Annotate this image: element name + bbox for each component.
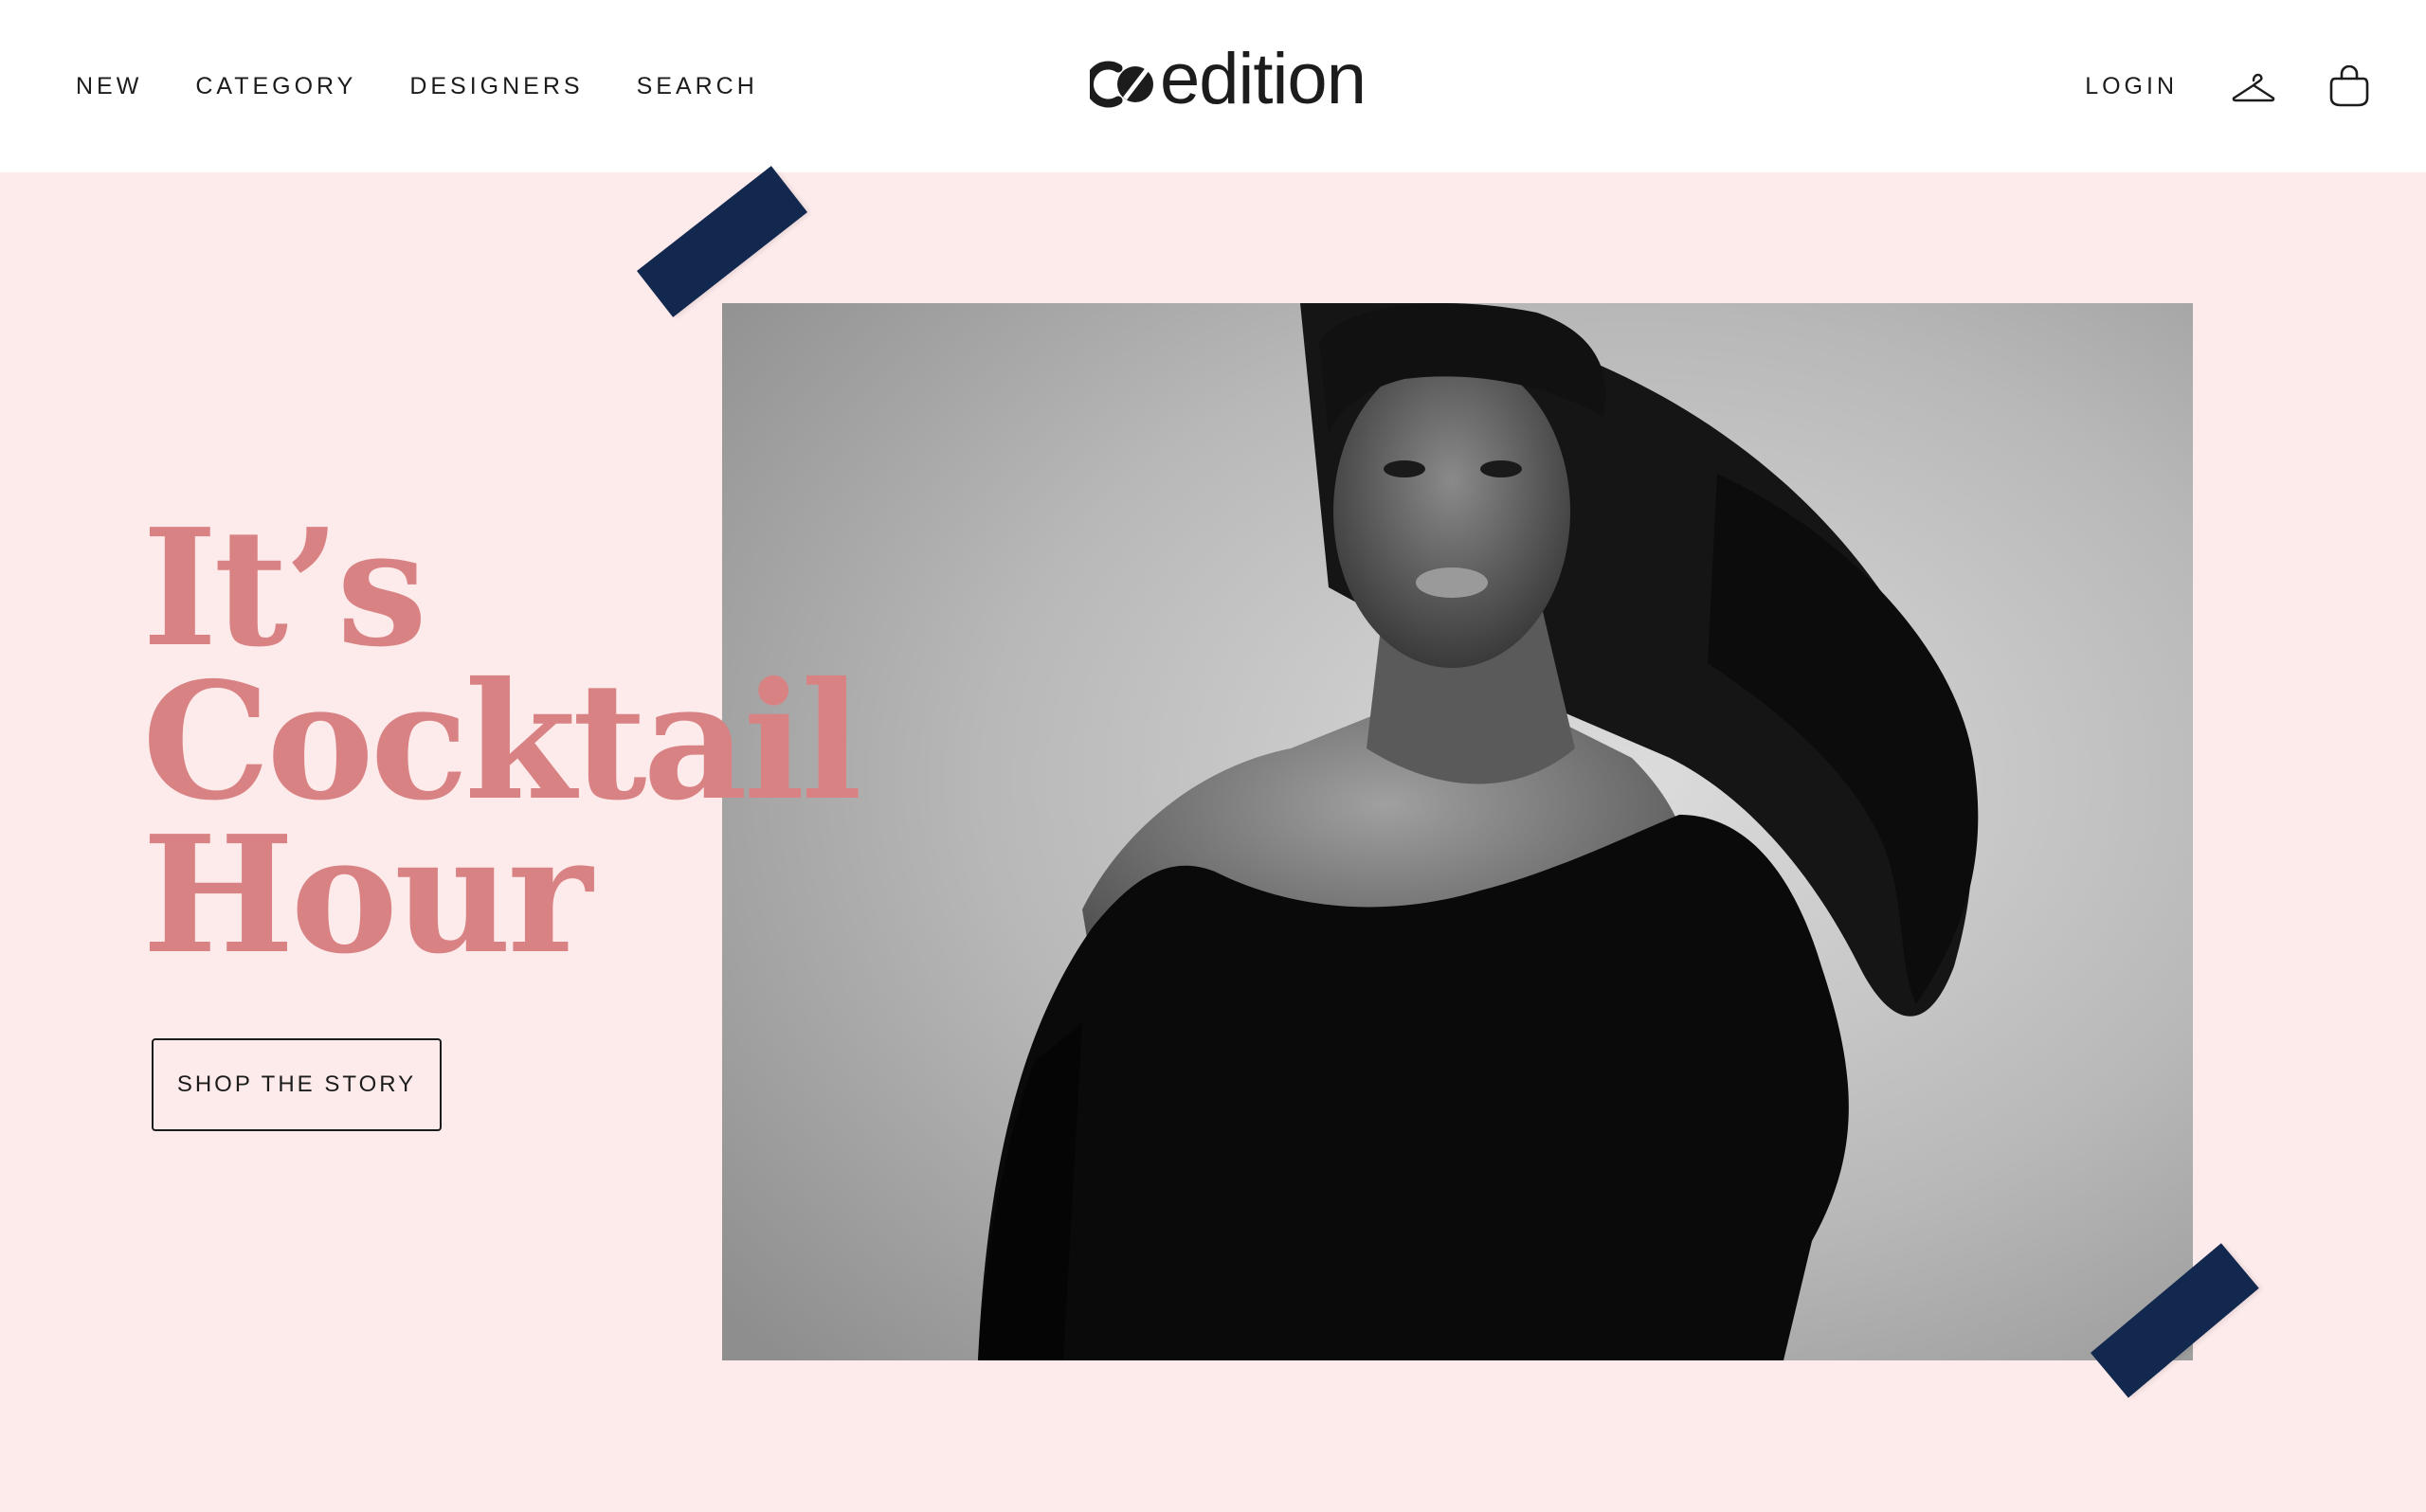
login-link[interactable]: LOGIN [2085,73,2178,100]
logo-wordmark: edition [1160,39,1367,119]
hero-photo [722,303,2193,1360]
hero-headline: It’s Cocktail Hour [142,494,862,990]
headline-line-1: It’s [142,494,427,683]
shopping-bag-icon[interactable] [2329,65,2369,107]
nav-designers[interactable]: DESIGNERS [409,73,583,100]
nav-search[interactable]: SEARCH [637,73,758,100]
decorative-tape-top [637,166,808,317]
primary-nav: NEW CATEGORY DESIGNERS SEARCH [76,0,758,172]
nav-category[interactable]: CATEGORY [195,73,356,100]
hero-section: It’s Cocktail Hour SHOP THE STORY [0,166,2426,1512]
nav-new[interactable]: NEW [76,73,142,100]
brand-logo[interactable]: edition [1085,39,1367,119]
hanger-icon[interactable] [2231,70,2276,102]
shop-the-story-button[interactable]: SHOP THE STORY [152,1038,442,1131]
site-header: NEW CATEGORY DESIGNERS SEARCH edition LO… [0,0,2426,172]
logo-mark-icon [1085,55,1156,110]
headline-line-3: Hour [142,801,592,990]
headline-line-2: Cocktail [142,647,862,837]
account-nav: LOGIN [2085,0,2369,172]
